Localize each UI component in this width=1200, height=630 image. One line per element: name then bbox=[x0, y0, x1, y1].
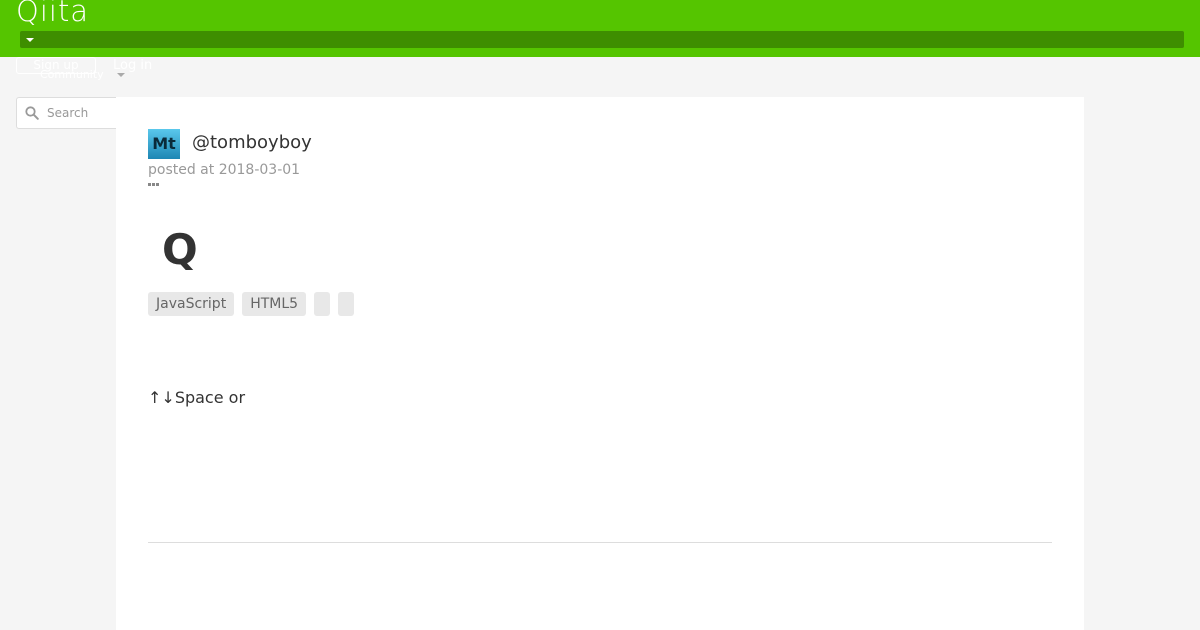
global-header: Qiita bbox=[0, 0, 1200, 57]
tag-list: JavaScript HTML5 bbox=[148, 292, 362, 316]
community-dropdown-bar[interactable] bbox=[20, 31, 1184, 48]
qiita-logo[interactable]: Qiita bbox=[16, 0, 89, 28]
login-link[interactable]: Log in bbox=[113, 58, 152, 73]
posted-date: posted at 2018-03-01 bbox=[148, 162, 301, 178]
tag-item[interactable] bbox=[338, 292, 355, 316]
article-title: Q bbox=[162, 225, 198, 274]
article-card: Mt @tomboyboy posted at 2018-03-01 Q Jav… bbox=[116, 97, 1084, 630]
author-username[interactable]: @tomboyboy bbox=[192, 132, 312, 154]
avatar[interactable]: Mt bbox=[148, 129, 180, 159]
chevron-down-icon[interactable] bbox=[117, 73, 125, 77]
tag-javascript[interactable]: JavaScript bbox=[148, 292, 235, 316]
search-icon bbox=[25, 106, 39, 120]
tag-item[interactable] bbox=[314, 292, 331, 316]
article-body: ↑↓Space or bbox=[148, 388, 246, 407]
tag-html5[interactable]: HTML5 bbox=[242, 292, 307, 316]
chevron-down-icon bbox=[26, 38, 34, 42]
community-menu[interactable]: Community bbox=[40, 68, 104, 81]
divider bbox=[148, 542, 1052, 543]
more-dots-icon[interactable] bbox=[148, 183, 164, 191]
